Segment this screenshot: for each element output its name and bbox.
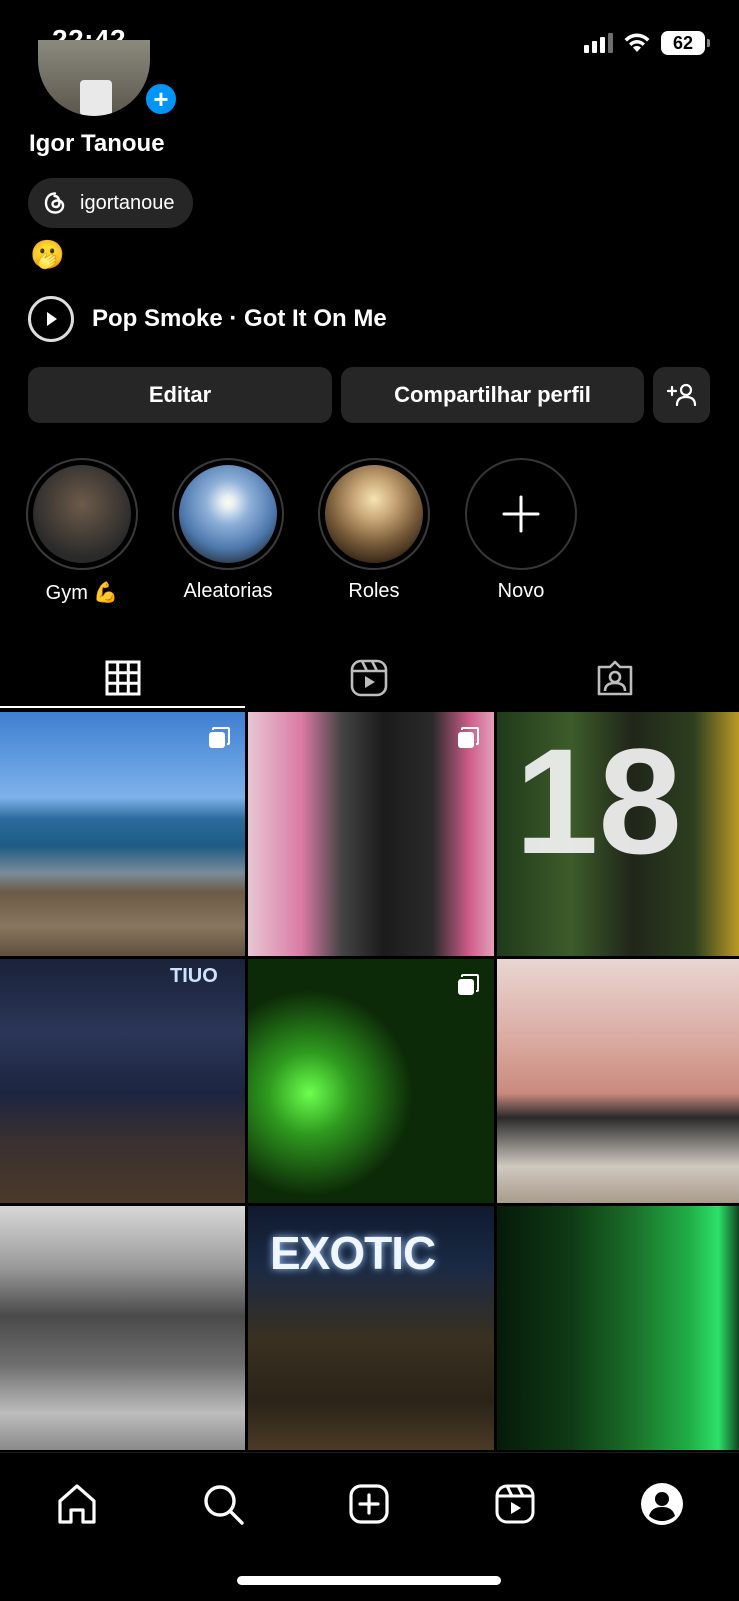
edit-profile-button[interactable]: Editar: [28, 367, 332, 423]
grid-post[interactable]: [0, 1206, 245, 1450]
grid-post[interactable]: [0, 712, 245, 956]
nav-create[interactable]: [342, 1477, 396, 1531]
multiple-posts-icon: [209, 727, 230, 748]
posts-grid: 18 TIUO EXOTIC: [0, 712, 739, 1452]
signal-icon: [584, 33, 613, 53]
grid-post[interactable]: [248, 712, 494, 956]
tagged-icon: [597, 660, 633, 696]
discover-people-button[interactable]: [653, 367, 710, 423]
grid-post[interactable]: [248, 959, 494, 1203]
grid-post[interactable]: 18: [497, 712, 739, 956]
threads-badge[interactable]: igortanoue: [28, 178, 193, 228]
highlight-gym[interactable]: Gym 💪: [25, 458, 139, 605]
battery-indicator: 62: [661, 31, 710, 55]
active-tab-indicator: [0, 706, 245, 708]
threads-icon: [44, 192, 65, 214]
profile-music[interactable]: Pop Smoke · Got It On Me: [28, 296, 387, 342]
nav-home[interactable]: [50, 1477, 104, 1531]
profile-name: Igor Tanoue: [29, 130, 165, 157]
profile-icon: [641, 1483, 683, 1525]
multiple-posts-icon: [458, 974, 479, 995]
nav-reels[interactable]: [488, 1477, 542, 1531]
tab-tagged[interactable]: [492, 648, 738, 708]
highlight-label: Novo: [497, 580, 545, 602]
create-icon: [349, 1484, 389, 1524]
highlight-label: Roles: [348, 580, 400, 602]
profile-avatar[interactable]: [38, 40, 150, 116]
music-title: Pop Smoke · Got It On Me: [92, 305, 387, 332]
tab-posts[interactable]: [0, 648, 246, 708]
add-person-icon: [666, 383, 696, 407]
tab-reels[interactable]: [246, 648, 492, 708]
neon-number: 18: [515, 717, 682, 885]
home-indicator: [237, 1576, 501, 1585]
nav-search[interactable]: [196, 1477, 250, 1531]
status-icons: 62: [584, 30, 710, 56]
share-profile-button[interactable]: Compartilhar perfil: [341, 367, 644, 423]
reels-icon: [350, 659, 388, 697]
wifi-icon: [624, 33, 650, 52]
highlight-label: Gym 💪: [45, 582, 119, 604]
highlight-label: Aleatorias: [183, 580, 273, 602]
grid-post[interactable]: TIUO: [0, 959, 245, 1203]
grid-post[interactable]: EXOTIC: [248, 1206, 494, 1450]
play-icon[interactable]: [28, 296, 74, 342]
highlight-aleatorias[interactable]: Aleatorias: [171, 458, 285, 603]
highlight-new[interactable]: Novo: [464, 458, 578, 603]
reels-icon: [495, 1484, 535, 1524]
nav-profile[interactable]: [635, 1477, 689, 1531]
add-story-button[interactable]: +: [142, 80, 180, 118]
grid-post[interactable]: [497, 1206, 739, 1450]
highlight-roles[interactable]: Roles: [317, 458, 431, 603]
grid-icon: [105, 660, 141, 696]
search-icon: [204, 1485, 244, 1525]
threads-handle: igortanoue: [80, 191, 175, 214]
exotic-sign: EXOTIC: [270, 1227, 436, 1279]
multiple-posts-icon: [458, 727, 479, 748]
home-icon: [58, 1484, 96, 1524]
bio-emoji: 🫢: [30, 239, 65, 270]
plus-icon: [502, 495, 540, 533]
gym-sign: TIUO: [170, 965, 218, 987]
grid-post[interactable]: [497, 959, 739, 1203]
